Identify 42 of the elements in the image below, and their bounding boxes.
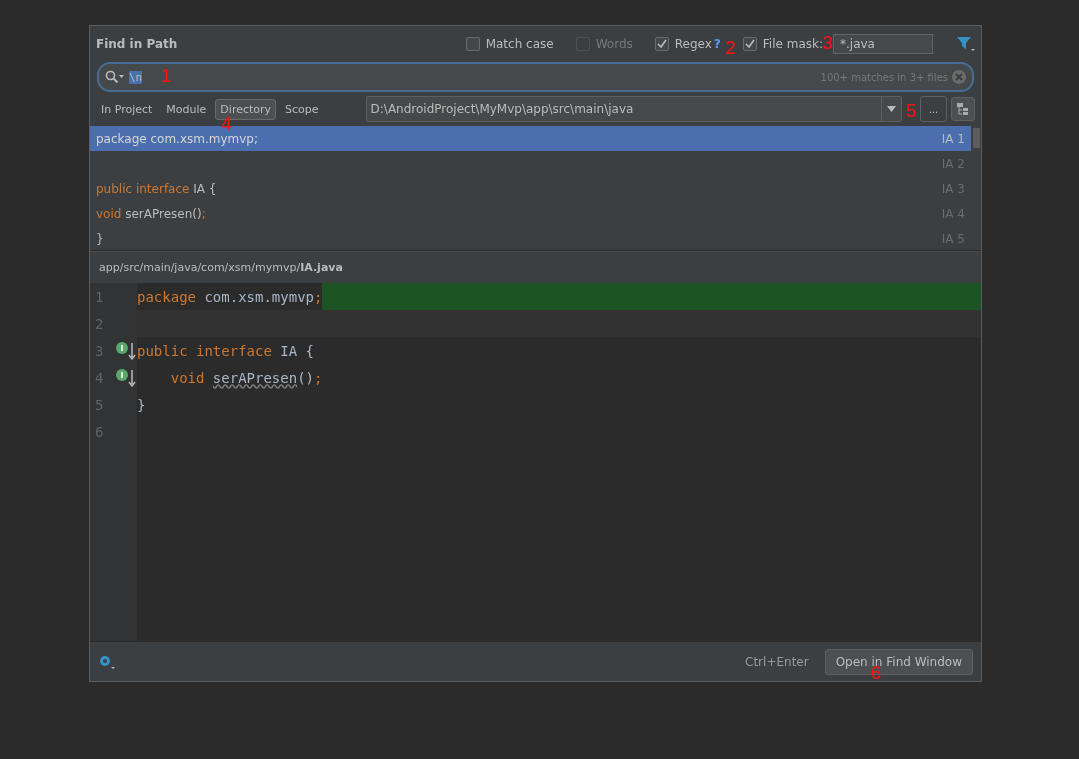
result-text: } [96,231,104,246]
result-text: public interface IA { [96,181,217,196]
code-line: public interface IA { [137,342,315,359]
checkbox[interactable] [465,37,480,51]
folder-tree-icon [956,102,970,116]
directory-field[interactable]: D:\AndroidProject\MyMvp\app\src\main\java [365,96,902,122]
annotation-number: 3 [822,33,833,52]
option-label: File mask: [762,37,823,51]
code-line: void serAPresen(); [169,369,323,386]
dialog-title: Find in Path [96,37,179,51]
result-text: package com.xsm.mymvp; [96,131,259,146]
annotation-number: 2 [725,38,736,57]
implemented-method-icon[interactable] [115,367,137,388]
file-path: app/src/main/java/com/xsm/mymvp/IA.java [99,261,343,274]
result-location: IA 1 [941,131,965,146]
search-icon[interactable] [105,70,125,84]
checkbox[interactable] [654,37,669,51]
scrollbar-thumb[interactable] [972,128,980,148]
option-label: Words [595,37,633,51]
settings-icon[interactable] [98,653,116,670]
checkmark-icon [744,39,755,49]
code-line: package com.xsm.mymvp; [137,288,323,305]
option-label: Match case [485,37,554,51]
annotation-number: 1 [161,66,172,85]
caret-icon [887,106,896,112]
dropdown-button[interactable] [881,97,901,121]
option-label: Regex ? [674,37,721,51]
shortcut-hint: Ctrl+Enter [745,654,809,669]
scope-tab[interactable]: Module [161,98,212,120]
scope-tab[interactable]: Scope [280,98,324,120]
annotation-number: 5 [906,101,917,120]
result-text: void serAPresen(); [96,206,206,221]
checkmark-icon [656,39,667,49]
file-mask-field[interactable]: *.java [833,34,933,54]
implemented-method-icon[interactable] [115,340,137,361]
checkbox[interactable] [742,37,757,51]
browse-button[interactable]: ... [920,96,947,122]
filter-icon[interactable] [957,36,975,52]
code-line: } [137,396,146,413]
folder-tree-button[interactable] [951,97,975,121]
scope-tab[interactable]: In Project [96,98,158,120]
clear-icon[interactable] [952,70,966,84]
